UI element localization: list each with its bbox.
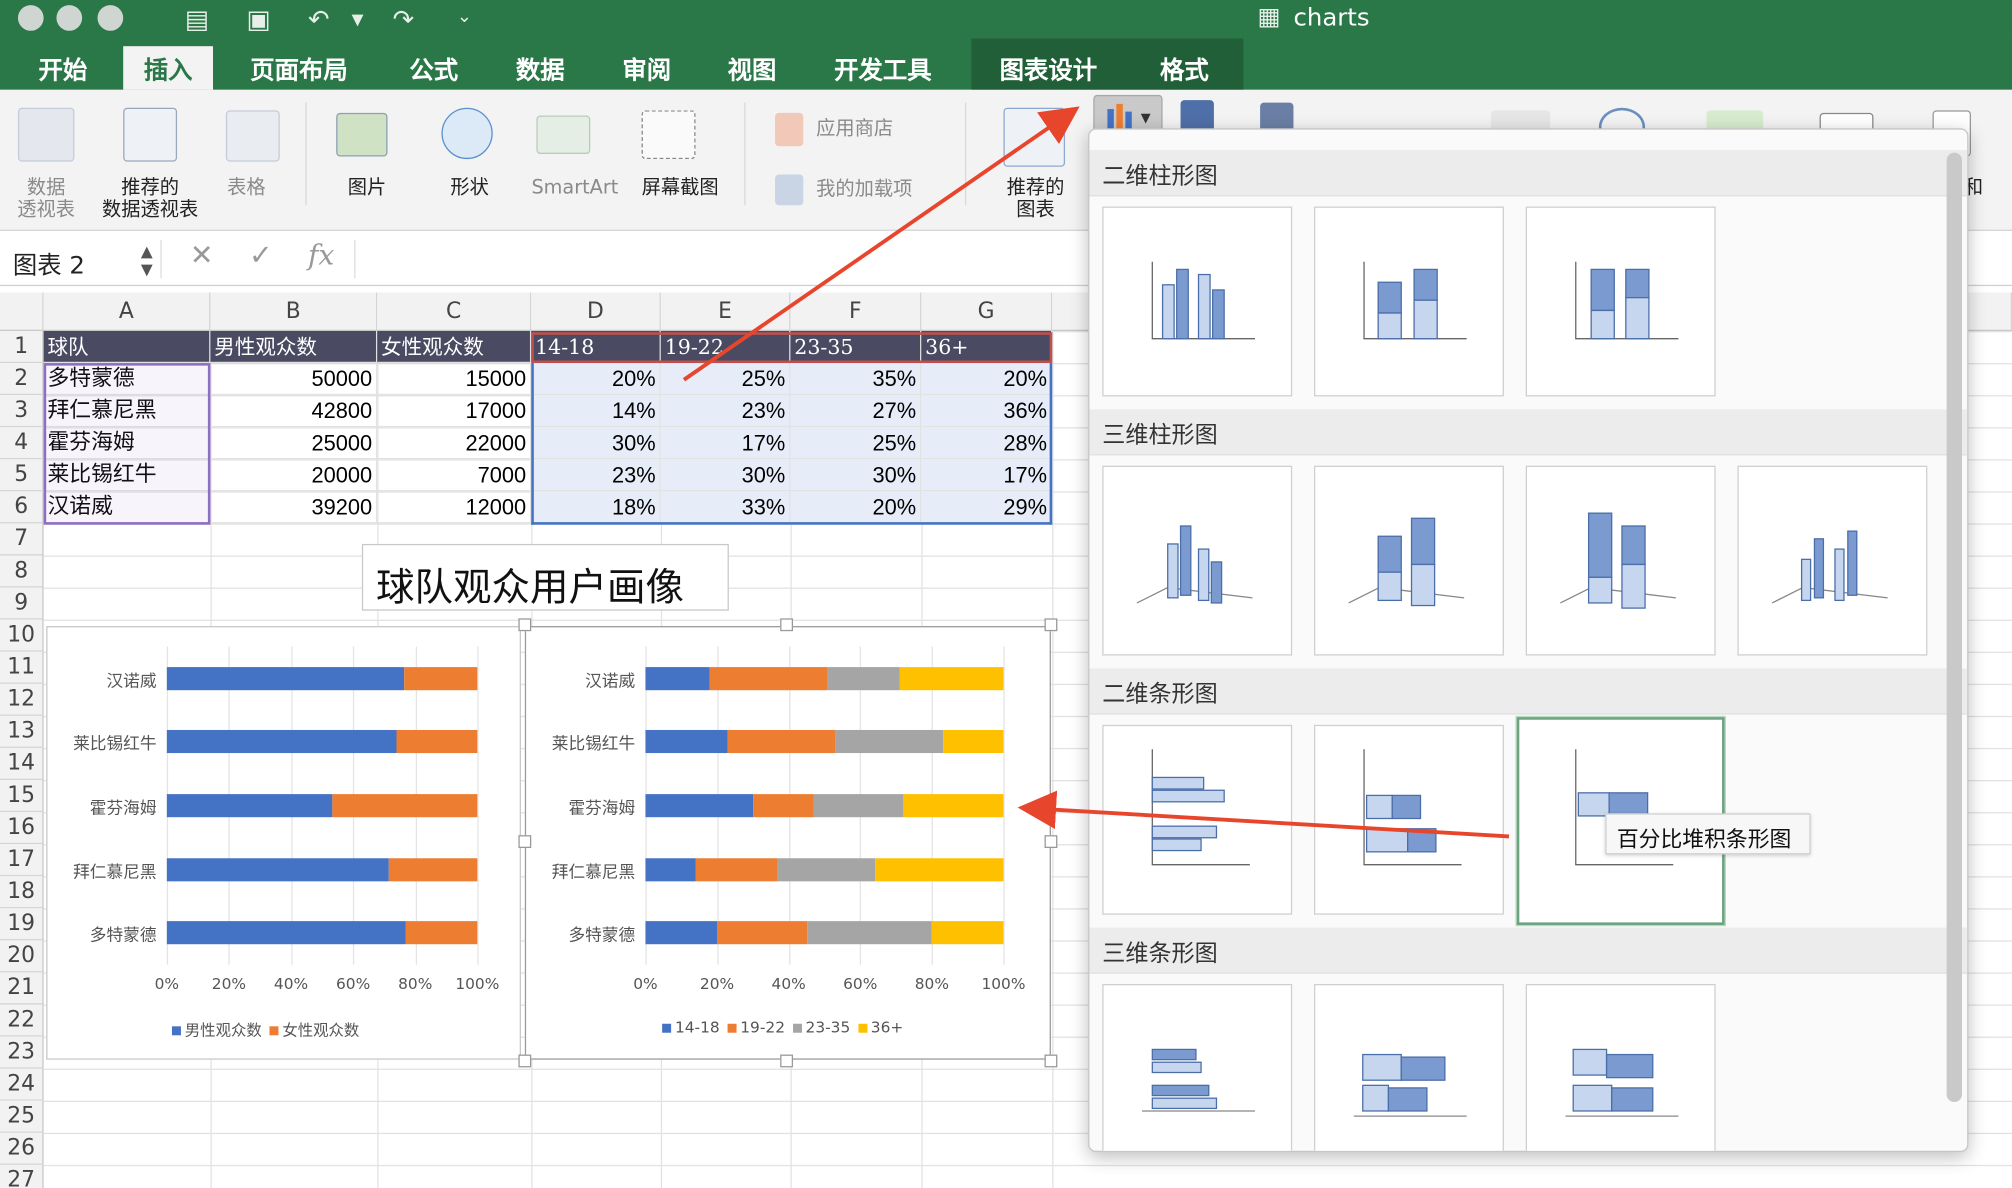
arrow-to-chart — [1017, 790, 1510, 839]
annotation-arrows — [682, 106, 1510, 839]
arrow-to-chart-button — [682, 106, 1080, 382]
